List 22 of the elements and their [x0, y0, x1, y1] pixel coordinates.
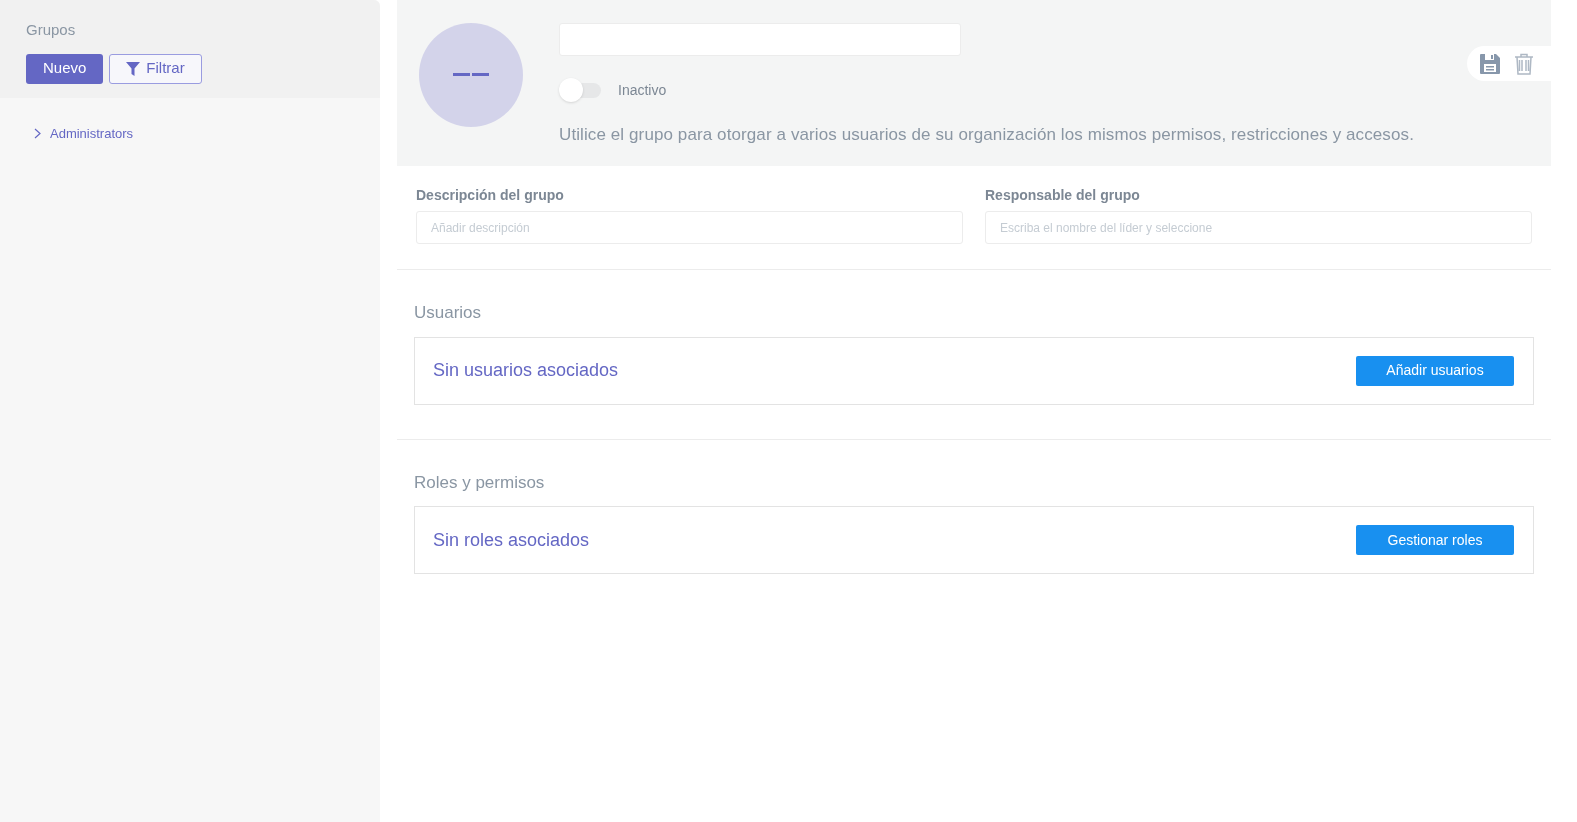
placeholder-dashes-icon	[453, 73, 489, 77]
field-label: Responsable del grupo	[985, 186, 1141, 205]
field-label: Descripción del grupo	[416, 186, 565, 205]
chevron-icon[interactable]	[34, 128, 41, 140]
empty-message: Sin usuarios asociados	[433, 359, 619, 382]
filter-icon	[126, 61, 141, 76]
section-title: Usuarios	[414, 302, 483, 324]
status-label: Inactivo	[618, 80, 667, 100]
new-button[interactable]: Nuevo	[26, 53, 104, 84]
section-button[interactable]: Gestionar roles	[1356, 525, 1514, 555]
filter-button[interactable]: Filtrar	[109, 53, 202, 84]
group-description-text: Utilice el grupo para otorgar a varios usuarios de su organización los mismos permisos, restricciones y accesos.	[559, 124, 1414, 146]
sidebar-title: Grupos	[26, 20, 77, 40]
delete-icon[interactable]	[1514, 52, 1534, 75]
status-toggle[interactable]	[559, 78, 601, 102]
section-button[interactable]: Añadir usuarios	[1356, 355, 1514, 386]
input-field[interactable]: Escriba el nombre del líder y seleccione	[985, 211, 1532, 244]
input-field[interactable]: Añadir descripción	[416, 211, 963, 244]
tree-item[interactable]: Administrators	[50, 124, 134, 144]
empty-message: Sin roles asociados	[433, 528, 590, 552]
save-icon[interactable]	[1480, 53, 1500, 74]
section-title: Roles y permisos	[414, 471, 546, 494]
